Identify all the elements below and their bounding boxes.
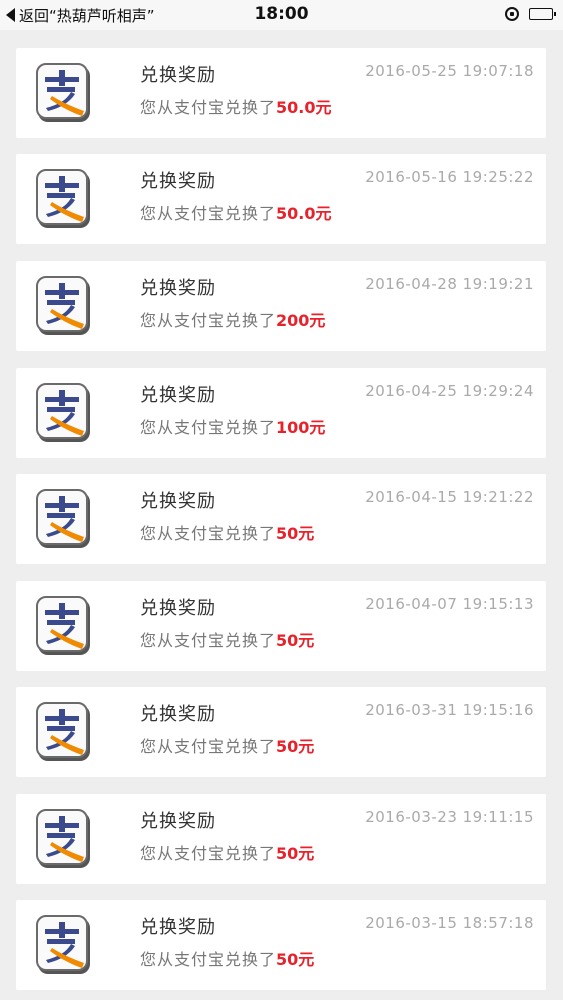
status-bar: 返回“热葫芦听相声” 18:00 [0, 0, 563, 30]
record-time: 2016-04-28 19:19:21 [365, 275, 534, 293]
record-description: 您从支付宝兑换了50元 [140, 631, 315, 650]
record-time: 2016-03-31 19:15:16 [365, 701, 534, 719]
alipay-icon [36, 915, 88, 971]
battery-icon [529, 8, 556, 20]
record-title: 兑换奖励 [140, 917, 216, 938]
record-title: 兑换奖励 [140, 65, 216, 86]
record-amount: 50.0元 [276, 204, 332, 223]
record-description: 您从支付宝兑换了50元 [140, 524, 315, 543]
record-time: 2016-05-25 19:07:18 [365, 62, 534, 80]
record-amount: 200元 [276, 311, 326, 330]
list-item[interactable]: 兑换奖励 2016-03-15 18:57:18 您从支付宝兑换了50元 [16, 900, 546, 990]
alipay-icon [36, 169, 88, 225]
alipay-icon [36, 276, 88, 332]
record-time: 2016-03-23 19:11:15 [365, 808, 534, 826]
record-time: 2016-04-07 19:15:13 [365, 595, 534, 613]
record-title: 兑换奖励 [140, 598, 216, 619]
record-title: 兑换奖励 [140, 278, 216, 299]
alipay-icon [36, 383, 88, 439]
record-time: 2016-04-25 19:29:24 [365, 382, 534, 400]
alipay-icon [36, 596, 88, 652]
record-amount: 50元 [276, 950, 315, 969]
record-title: 兑换奖励 [140, 704, 216, 725]
alipay-icon [36, 809, 88, 865]
record-time: 2016-04-15 19:21:22 [365, 488, 534, 506]
record-amount: 50元 [276, 844, 315, 863]
status-time: 18:00 [254, 4, 309, 24]
list-item[interactable]: 兑换奖励 2016-03-23 19:11:15 您从支付宝兑换了50元 [16, 794, 546, 884]
status-icons [505, 7, 556, 21]
alipay-icon [36, 702, 88, 758]
record-description: 您从支付宝兑换了50元 [140, 844, 315, 863]
record-time: 2016-05-16 19:25:22 [365, 168, 534, 186]
record-description: 您从支付宝兑换了50元 [140, 737, 315, 756]
alipay-icon [36, 63, 88, 119]
record-time: 2016-03-15 18:57:18 [365, 914, 534, 932]
record-title: 兑换奖励 [140, 385, 216, 406]
list-item[interactable]: 兑换奖励 2016-04-25 19:29:24 您从支付宝兑换了100元 [16, 368, 546, 458]
record-amount: 50元 [276, 737, 315, 756]
record-title: 兑换奖励 [140, 491, 216, 512]
record-amount: 100元 [276, 418, 326, 437]
list-item[interactable]: 兑换奖励 2016-04-07 19:15:13 您从支付宝兑换了50元 [16, 581, 546, 671]
record-description: 您从支付宝兑换了50.0元 [140, 204, 332, 223]
record-description: 您从支付宝兑换了50元 [140, 950, 315, 969]
list-item[interactable]: 兑换奖励 2016-04-28 19:19:21 您从支付宝兑换了200元 [16, 261, 546, 351]
record-title: 兑换奖励 [140, 171, 216, 192]
record-amount: 50元 [276, 524, 315, 543]
rotation-lock-icon [505, 7, 519, 21]
record-description: 您从支付宝兑换了200元 [140, 311, 326, 330]
record-title: 兑换奖励 [140, 811, 216, 832]
list-item[interactable]: 兑换奖励 2016-03-31 19:15:16 您从支付宝兑换了50元 [16, 687, 546, 777]
list-item[interactable]: 兑换奖励 2016-05-16 19:25:22 您从支付宝兑换了50.0元 [16, 154, 546, 244]
list-item[interactable]: 兑换奖励 2016-05-25 19:07:18 您从支付宝兑换了50.0元 [16, 48, 546, 138]
alipay-icon [36, 489, 88, 545]
record-description: 您从支付宝兑换了100元 [140, 418, 326, 437]
record-amount: 50元 [276, 631, 315, 650]
record-amount: 50.0元 [276, 98, 332, 117]
list-item[interactable]: 兑换奖励 2016-04-15 19:21:22 您从支付宝兑换了50元 [16, 474, 546, 564]
record-description: 您从支付宝兑换了50.0元 [140, 98, 332, 117]
